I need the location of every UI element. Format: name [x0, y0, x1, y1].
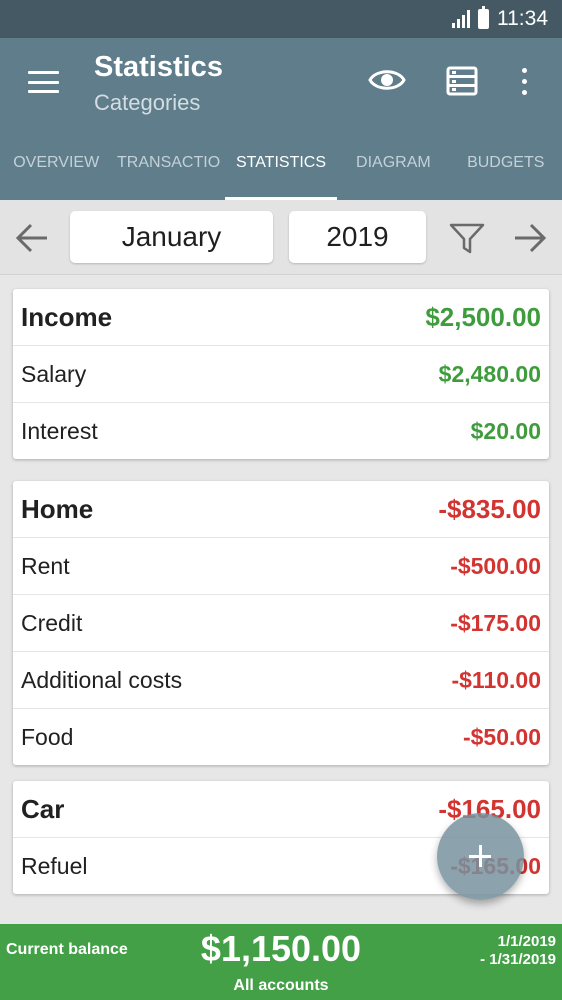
subcategory-amount: -$50.00: [462, 723, 541, 750]
arrow-left-icon[interactable]: [14, 220, 50, 256]
subcategory-name: Rent: [21, 552, 70, 579]
tab-overview[interactable]: OVERVIEW: [0, 146, 112, 200]
category-header[interactable]: Income $2,500.00: [13, 289, 549, 345]
app-bar: Statistics Categories OVERVIEW TRANSACTI…: [0, 38, 562, 200]
period-selector: January 2019: [0, 200, 562, 275]
status-bar: 11:34: [0, 0, 562, 38]
subcategory-name: Refuel: [21, 852, 88, 879]
more-vert-icon[interactable]: [522, 68, 527, 95]
accounts-label: All accounts: [233, 977, 329, 994]
category-name: Car: [21, 793, 65, 824]
subcategory-name: Salary: [21, 360, 87, 387]
subcategory-amount: $20.00: [470, 417, 541, 444]
category-row[interactable]: Salary $2,480.00: [13, 345, 549, 402]
battery-icon: [478, 6, 489, 29]
tab-budgets[interactable]: BUDGETS: [450, 146, 562, 200]
tab-transactions[interactable]: TRANSACTIO: [112, 146, 224, 200]
month-selector[interactable]: January: [70, 211, 273, 263]
subcategory-name: Credit: [21, 609, 83, 636]
category-row[interactable]: Credit -$175.00: [13, 594, 549, 651]
category-card-income: Income $2,500.00 Salary $2,480.00 Intere…: [13, 289, 549, 459]
filter-icon[interactable]: [449, 222, 485, 254]
page-title: Statistics: [94, 51, 223, 83]
category-header[interactable]: Home -$835.00: [13, 481, 549, 537]
subcategory-amount: -$175.00: [450, 609, 541, 636]
category-total: -$835.00: [438, 493, 541, 524]
category-row[interactable]: Additional costs -$110.00: [13, 651, 549, 708]
status-icons: 11:34: [452, 6, 548, 31]
category-name: Home: [21, 493, 94, 524]
add-button[interactable]: [437, 813, 524, 900]
year-selector[interactable]: 2019: [289, 211, 426, 263]
date-range: 1/1/2019 - 1/31/2019: [480, 933, 556, 969]
tab-diagram[interactable]: DIAGRAM: [337, 146, 449, 200]
menu-icon[interactable]: [28, 71, 59, 93]
date-to: - 1/31/2019: [480, 951, 556, 968]
category-row[interactable]: Rent -$500.00: [13, 537, 549, 594]
subcategory-amount: $2,480.00: [438, 360, 541, 387]
category-card-home: Home -$835.00 Rent -$500.00 Credit -$175…: [13, 481, 549, 765]
subcategory-name: Additional costs: [21, 666, 183, 693]
balance-footer: Current balance $1,150.00 All accounts 1…: [0, 924, 562, 1000]
category-total: $2,500.00: [425, 301, 541, 332]
date-from: 1/1/2019: [497, 933, 556, 950]
list-view-icon[interactable]: [446, 66, 478, 96]
arrow-right-icon[interactable]: [512, 220, 548, 256]
subcategory-amount: -$500.00: [450, 552, 541, 579]
tab-statistics[interactable]: STATISTICS: [224, 146, 338, 200]
page-subtitle: Categories: [94, 90, 201, 115]
category-row[interactable]: Interest $20.00: [13, 402, 549, 459]
category-name: Income: [21, 301, 113, 332]
balance-value: $1,150.00: [200, 928, 362, 969]
eye-icon[interactable]: [368, 66, 406, 94]
signal-icon: [452, 10, 470, 28]
category-row[interactable]: Food -$50.00: [13, 708, 549, 765]
subcategory-amount: -$110.00: [451, 666, 541, 693]
subcategory-name: Interest: [21, 417, 98, 444]
subcategory-name: Food: [21, 723, 74, 750]
tab-bar: OVERVIEW TRANSACTIO STATISTICS DIAGRAM B…: [0, 146, 562, 200]
status-time: 11:34: [497, 7, 548, 30]
